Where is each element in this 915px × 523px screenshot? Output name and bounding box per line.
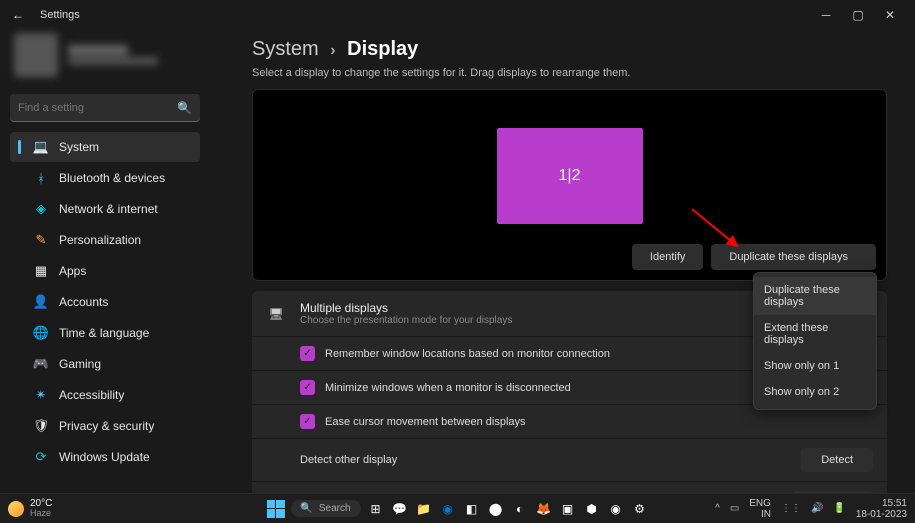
sidebar-item-network[interactable]: ◈Network & internet — [10, 194, 200, 224]
shield-icon: 🛡 — [33, 418, 49, 434]
minimize-checkbox[interactable]: ✓ — [300, 380, 315, 395]
breadcrumb-parent[interactable]: System — [252, 38, 319, 60]
volume-icon[interactable]: 🔊 — [811, 503, 823, 514]
weather-widget[interactable]: 20°CHaze — [8, 499, 52, 518]
ease-checkbox[interactable]: ✓ — [300, 414, 315, 429]
weather-icon — [8, 501, 24, 517]
close-button[interactable]: ✕ — [883, 8, 897, 22]
back-button[interactable]: ← — [8, 5, 28, 25]
window-title: Settings — [40, 9, 80, 21]
page-title: Display — [347, 38, 418, 60]
annotation-arrow — [687, 204, 747, 254]
taskbar[interactable]: 20°CHaze 🔍Search ⊞ 💬 📁 ◉ ◧ ⬤ ◐ 🦊 ▣ ⬢ ◉ ⚙… — [0, 493, 915, 523]
search-icon: 🔍 — [177, 101, 192, 115]
clock[interactable]: 15:5118-01-2023 — [856, 498, 907, 520]
sidebar-item-time[interactable]: 🌐Time & language — [10, 318, 200, 348]
sidebar-item-privacy[interactable]: 🛡Privacy & security — [10, 411, 200, 441]
app-icon-2[interactable]: ⬤ — [487, 500, 505, 518]
system-icon: 💻 — [33, 139, 49, 155]
language-indicator[interactable]: ENGIN — [749, 498, 771, 520]
wifi-icon: ◈ — [33, 201, 49, 217]
start-button[interactable] — [266, 500, 284, 518]
detect-display-row: Detect other display Detect — [252, 438, 887, 481]
sidebar-item-accounts[interactable]: 👤Accounts — [10, 287, 200, 317]
option-duplicate[interactable]: Duplicate these displays — [754, 277, 876, 315]
app-icon-6[interactable]: ⬢ — [583, 500, 601, 518]
detect-button[interactable]: Detect — [801, 448, 873, 472]
bluetooth-icon: ᚼ — [33, 170, 49, 186]
app-icon-3[interactable]: ◐ — [511, 500, 529, 518]
gamepad-icon: 🎮 — [33, 356, 49, 372]
accessibility-icon: ✴ — [33, 387, 49, 403]
explorer-icon[interactable]: 📁 — [415, 500, 433, 518]
minimize-button[interactable]: ─ — [819, 8, 833, 22]
app-icon-1[interactable]: ◧ — [463, 500, 481, 518]
sidebar-item-gaming[interactable]: 🎮Gaming — [10, 349, 200, 379]
search-input[interactable]: 🔍 — [10, 94, 200, 122]
app-icon-4[interactable]: 🦊 — [535, 500, 553, 518]
chrome-icon[interactable]: ◉ — [607, 500, 625, 518]
display-arrangement-area[interactable]: 1|2 Identify Duplicate these displays — [252, 89, 887, 281]
edge-icon[interactable]: ◉ — [439, 500, 457, 518]
display-mode-menu[interactable]: Duplicate these displays Extend these di… — [753, 272, 877, 410]
sidebar-item-apps[interactable]: ▦Apps — [10, 256, 200, 286]
option-only2[interactable]: Show only on 2 — [754, 379, 876, 405]
cast-icon[interactable]: ▭ — [730, 503, 739, 514]
chat-icon[interactable]: 💬 — [391, 500, 409, 518]
chevron-right-icon: › — [330, 42, 335, 59]
breadcrumb: System › Display — [252, 38, 887, 61]
displays-icon: 🖥 — [266, 307, 286, 321]
monitor-tile[interactable]: 1|2 — [497, 128, 643, 224]
sidebar-item-update[interactable]: ⟳Windows Update — [10, 442, 200, 472]
app-icon-5[interactable]: ▣ — [559, 500, 577, 518]
person-icon: 👤 — [33, 294, 49, 310]
sidebar-item-bluetooth[interactable]: ᚼBluetooth & devices — [10, 163, 200, 193]
settings-icon[interactable]: ⚙ — [631, 500, 649, 518]
battery-icon[interactable]: 🔋 — [833, 503, 845, 514]
taskbar-search[interactable]: 🔍Search — [290, 500, 360, 517]
clock-icon: 🌐 — [33, 325, 49, 341]
maximize-button[interactable]: ▢ — [851, 8, 865, 22]
avatar — [14, 33, 58, 77]
wireless-display-row: Connect to a wireless display Connect — [252, 481, 887, 493]
brush-icon: ✎ — [33, 232, 49, 248]
wifi-tray-icon[interactable]: ⋮⋮ — [781, 503, 801, 514]
user-profile[interactable] — [10, 30, 200, 80]
tray-chevron-icon[interactable]: ^ — [715, 503, 720, 514]
apps-icon: ▦ — [33, 263, 49, 279]
sidebar-item-system[interactable]: 💻System — [10, 132, 200, 162]
search-icon: 🔍 — [300, 503, 312, 514]
refresh-icon: ⟳ — [33, 449, 49, 465]
page-subtitle: Select a display to change the settings … — [252, 67, 887, 79]
option-only1[interactable]: Show only on 1 — [754, 353, 876, 379]
sidebar-item-personalization[interactable]: ✎Personalization — [10, 225, 200, 255]
task-view-icon[interactable]: ⊞ — [367, 500, 385, 518]
search-field[interactable] — [18, 102, 177, 114]
sidebar-item-accessibility[interactable]: ✴Accessibility — [10, 380, 200, 410]
remember-checkbox[interactable]: ✓ — [300, 346, 315, 361]
option-extend[interactable]: Extend these displays — [754, 315, 876, 353]
